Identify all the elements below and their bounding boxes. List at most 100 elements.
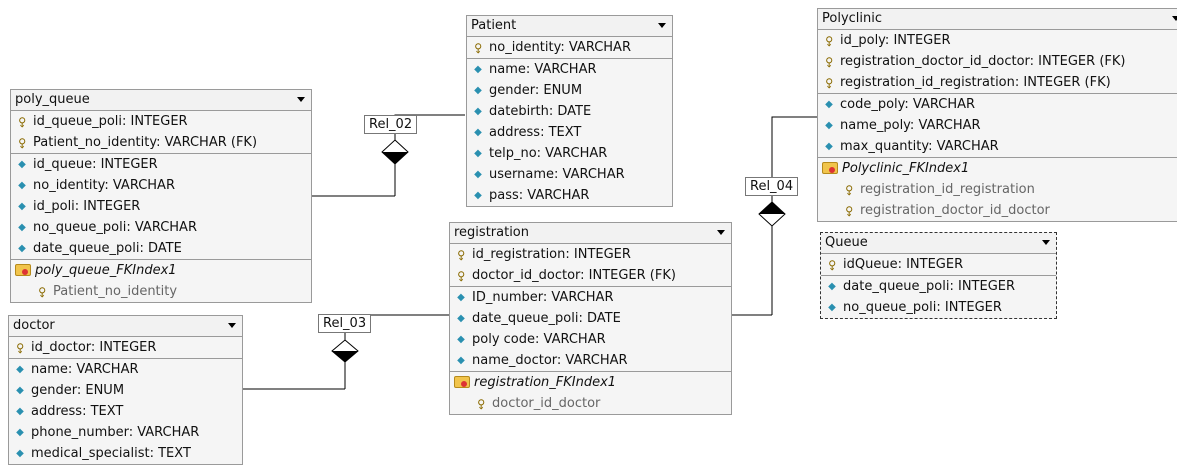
row-text: max_quantity: VARCHAR [840,139,999,154]
column-row[interactable]: ◆ gender: ENUM [9,380,242,401]
column-row[interactable]: ◆ address: TEXT [9,401,242,422]
column-row[interactable]: ◆ date_queue_poli: INTEGER [821,275,1056,297]
dropdown-arrow-icon[interactable] [1172,16,1177,21]
column-row[interactable]: ◆ code_poly: VARCHAR [818,93,1177,115]
column-row[interactable]: ◆ pass: VARCHAR [467,185,672,206]
row-text: ID_number: VARCHAR [472,290,614,305]
rel-04-label[interactable]: Rel_04 [745,177,799,196]
key-icon: ♂ [472,395,490,412]
table-header[interactable]: poly_queue [11,90,311,111]
table-header[interactable]: Queue [821,233,1056,254]
row-text: gender: ENUM [489,83,583,98]
column-row[interactable]: ♂ id_poly: INTEGER [818,30,1177,51]
column-row[interactable]: ◆ username: VARCHAR [467,164,672,185]
column-row[interactable]: ♂ registration_doctor_id_doctor [818,200,1177,221]
column-row[interactable]: ♂ id_queue_poli: INTEGER [11,111,311,132]
table-header[interactable]: Polyclinic [818,9,1177,30]
column-row[interactable]: ♂ registration_doctor_id_doctor: INTEGER … [818,51,1177,72]
table-polyclinic[interactable]: Polyclinic ♂ id_poly: INTEGER ♂ registration… [817,8,1177,222]
index-folder-icon [822,162,838,174]
column-row[interactable]: ◆ telp_no: VARCHAR [467,143,672,164]
attribute-icon: ◆ [16,427,24,438]
column-row[interactable]: ♂ id_doctor: INTEGER [9,337,242,358]
column-row[interactable]: ♂ Patient_no_identity [11,281,311,302]
row-text: id_poli: INTEGER [33,199,141,214]
table-patient[interactable]: Patient ♂ no_identity: VARCHAR ◆ name: VARCH… [466,15,673,207]
row-text: date_queue_poli: DATE [33,241,182,256]
column-row[interactable]: ♂ idQueue: INTEGER [821,254,1056,275]
attribute-icon: ◆ [16,406,24,417]
attribute-icon: ◆ [825,99,833,110]
row-text: code_poly: VARCHAR [840,97,976,112]
dropdown-arrow-icon[interactable] [717,230,725,235]
row-text: registration_id_registration [860,182,1035,197]
table-header[interactable]: doctor [9,316,242,337]
column-row[interactable]: ◆ name: VARCHAR [9,358,242,380]
attribute-icon: ◆ [18,180,26,191]
row-text: poly_queue_FKIndex1 [35,263,177,278]
column-row[interactable]: ◆ name_doctor: VARCHAR [450,350,731,371]
attribute-icon: ◆ [474,85,482,96]
attribute-icon: ◆ [474,190,482,201]
column-row[interactable]: ◆ datebirth: DATE [467,101,672,122]
column-row[interactable]: ◆ id_queue: INTEGER [11,153,311,175]
row-text: datebirth: DATE [489,104,592,119]
column-row[interactable]: ◆ max_quantity: VARCHAR [818,136,1177,157]
table-title: Patient [471,18,517,33]
row-text: username: VARCHAR [489,167,625,182]
table-registration[interactable]: registration ♂ id_registration: INTEGER ♂ do… [449,222,732,415]
row-text: medical_specialist: TEXT [31,446,191,461]
attribute-icon: ◆ [474,64,482,75]
column-row[interactable]: ♂ id_registration: INTEGER [450,244,731,265]
index-row[interactable]: Polyclinic_FKIndex1 [818,157,1177,179]
row-text: doctor_id_doctor: INTEGER (FK) [472,268,676,283]
row-text: id_doctor: INTEGER [31,340,157,355]
column-row[interactable]: ◆ no_queue_poli: VARCHAR [11,217,311,238]
column-row[interactable]: ◆ poly code: VARCHAR [450,329,731,350]
index-row[interactable]: registration_FKIndex1 [450,371,731,393]
column-row[interactable]: ◆ gender: ENUM [467,80,672,101]
column-row[interactable]: ◆ no_queue_poli: INTEGER [821,297,1056,318]
attribute-icon: ◆ [18,201,26,212]
table-header[interactable]: Patient [467,16,672,37]
column-row[interactable]: ♂ Patient_no_identity: VARCHAR (FK) [11,132,311,153]
attribute-icon: ◆ [18,243,26,254]
attribute-icon: ◆ [825,141,833,152]
column-row[interactable]: ◆ name_poly: VARCHAR [818,115,1177,136]
table-doctor[interactable]: doctor ♂ id_doctor: INTEGER ◆ name: VARCHAR ◆… [8,315,243,465]
column-row[interactable]: ◆ no_identity: VARCHAR [11,175,311,196]
column-row[interactable]: ◆ id_poli: INTEGER [11,196,311,217]
row-text: id_poly: INTEGER [840,33,951,48]
column-row[interactable]: ◆ address: TEXT [467,122,672,143]
key-icon: ♂ [820,74,838,91]
dropdown-arrow-icon[interactable] [297,97,305,102]
table-queue[interactable]: Queue ♂ idQueue: INTEGER ◆ date_queue_poli: … [820,232,1057,319]
rel-03-label[interactable]: Rel_03 [318,314,372,333]
row-text: Polyclinic_FKIndex1 [842,161,970,176]
column-row[interactable]: ◆ phone_number: VARCHAR [9,422,242,443]
row-text: pass: VARCHAR [489,188,590,203]
column-row[interactable]: ◆ name: VARCHAR [467,58,672,80]
column-row[interactable]: ♂ doctor_id_doctor: INTEGER (FK) [450,265,731,286]
row-text: name_doctor: VARCHAR [472,353,628,368]
column-row[interactable]: ◆ ID_number: VARCHAR [450,286,731,308]
dropdown-arrow-icon[interactable] [1042,240,1050,245]
column-row[interactable]: ◆ date_queue_poli: DATE [11,238,311,259]
table-header[interactable]: registration [450,223,731,244]
rel-02-label[interactable]: Rel_02 [364,115,418,134]
key-icon: ♂ [13,134,31,151]
column-row[interactable]: ♂ registration_id_registration [818,179,1177,200]
table-poly-queue[interactable]: poly_queue ♂ id_queue_poli: INTEGER ♂ Patien… [10,89,312,303]
index-row[interactable]: poly_queue_FKIndex1 [11,259,311,281]
attribute-icon: ◆ [18,159,26,170]
attribute-icon: ◆ [825,120,833,131]
attribute-icon: ◆ [16,364,24,375]
dropdown-arrow-icon[interactable] [658,23,666,28]
index-folder-icon [454,376,470,388]
column-row[interactable]: ♂ no_identity: VARCHAR [467,37,672,58]
column-row[interactable]: ◆ date_queue_poli: DATE [450,308,731,329]
column-row[interactable]: ♂ doctor_id_doctor [450,393,731,414]
column-row[interactable]: ♂ registration_id_registration: INTEGER (… [818,72,1177,93]
dropdown-arrow-icon[interactable] [228,323,236,328]
attribute-icon: ◆ [457,334,465,345]
